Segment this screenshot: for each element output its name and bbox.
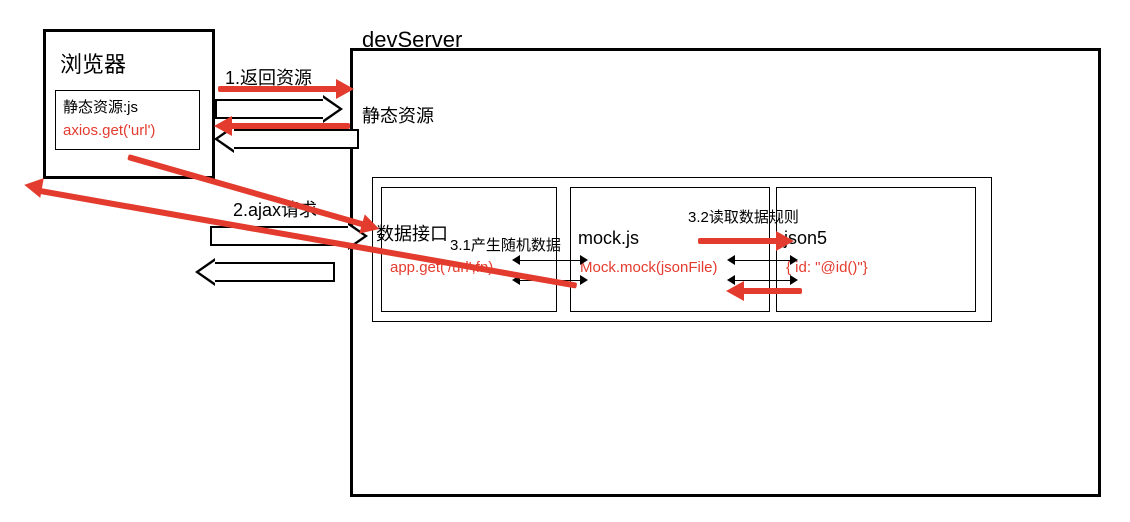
json5-box	[776, 187, 976, 312]
red-arrow-from-json5	[742, 288, 802, 294]
red-arrow-step1	[218, 86, 338, 92]
browser-title: 浏览器	[60, 47, 126, 79]
red-arrow-step1-head	[336, 79, 354, 99]
red-arrow-to-json5-head	[776, 231, 794, 251]
gen-random-label: 3.1产生随机数据	[450, 234, 561, 255]
red-arrow-to-json5	[698, 238, 778, 244]
devserver-title: devServer	[362, 27, 462, 53]
red-arrow-from-json5-head	[726, 281, 744, 301]
static-js-label: 静态资源:js	[63, 96, 138, 117]
red-arrow-step1-back-head	[214, 116, 232, 136]
bi-arrow-appget-mock-top	[520, 260, 580, 261]
mockjs-title: mock.js	[578, 228, 639, 249]
static-resource-label: 静态资源	[362, 102, 434, 128]
red-arrow-step1-back	[230, 123, 350, 129]
axios-code: axios.get('url')	[63, 122, 155, 139]
json5-content: { id: "@id()"}	[786, 259, 868, 276]
bi-arrow-mock-json-top	[735, 260, 790, 261]
read-rules-label: 3.2读取数据规则	[688, 206, 799, 227]
mockcall-code: Mock.mock(jsonFile)	[580, 259, 718, 276]
red-arrow-mock-to-browser-head	[23, 175, 44, 198]
